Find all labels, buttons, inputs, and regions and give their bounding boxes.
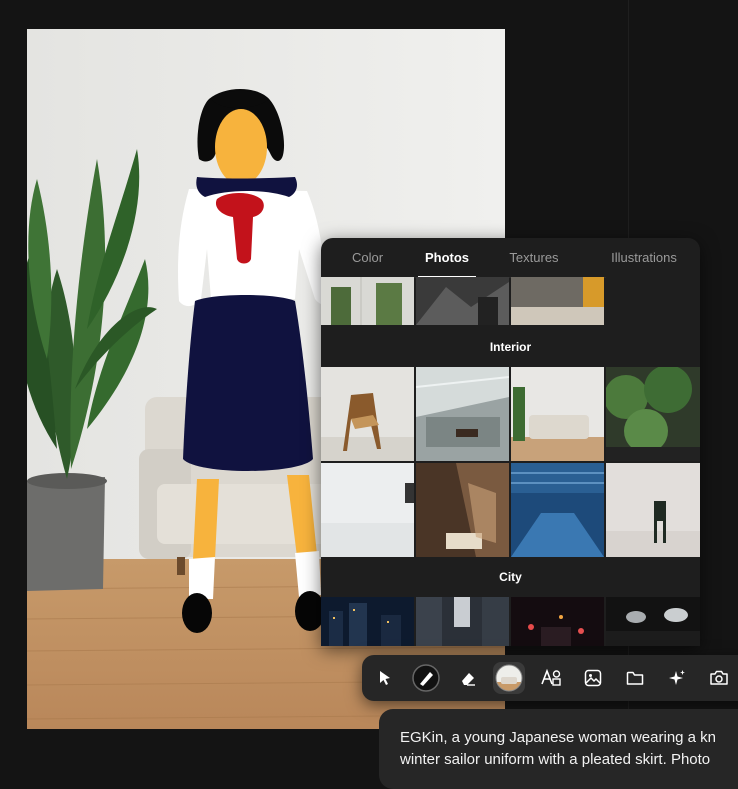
photo-thumbnail-empty [606, 277, 700, 325]
eraser-tool-button[interactable] [452, 662, 484, 694]
interior-photo-grid [321, 367, 700, 557]
interior-photo-hall[interactable] [511, 463, 604, 557]
tab-color[interactable]: Color [321, 238, 414, 277]
image-button[interactable] [577, 662, 609, 694]
city-photo-night[interactable] [321, 597, 414, 646]
interior-photo-chair-minimal[interactable] [606, 463, 700, 557]
bottom-toolbar [362, 655, 738, 701]
text-shapes-icon [541, 668, 561, 686]
photo-grid-previous [321, 277, 700, 325]
background-thumbnail-icon [495, 664, 523, 692]
section-title-city: City [499, 570, 522, 584]
city-photo-grid [321, 597, 700, 646]
folder-icon [626, 671, 644, 685]
camera-button[interactable] [703, 662, 735, 694]
sparkles-icon [669, 670, 685, 685]
pointer-icon [380, 671, 390, 685]
tab-photos[interactable]: Photos [414, 238, 480, 278]
folder-button[interactable] [619, 662, 651, 694]
photo-thumbnail[interactable] [416, 277, 509, 325]
photo-thumbnail[interactable] [511, 277, 604, 325]
city-photo-lights[interactable] [511, 597, 604, 646]
interior-photo-studio[interactable] [321, 463, 414, 557]
camera-plus-icon [710, 670, 728, 685]
tab-illustrations[interactable]: Illustrations [588, 238, 700, 277]
background-tool-button[interactable] [493, 662, 525, 694]
brush-icon [412, 664, 440, 692]
photo-thumbnail[interactable] [321, 277, 414, 325]
city-photo-street[interactable] [416, 597, 509, 646]
prompt-box[interactable]: EGKin, a young Japanese woman wearing a … [379, 709, 738, 789]
brush-tool-button[interactable] [410, 662, 442, 694]
image-icon [584, 669, 602, 687]
prompt-text[interactable]: EGKin, a young Japanese woman wearing a … [400, 727, 738, 771]
prompt-line: winter sailor uniform with a pleated ski… [400, 751, 711, 768]
category-tabs: Color Photos Textures Illustrations [321, 238, 700, 278]
section-title-interior: Interior [489, 340, 532, 354]
interior-photo-plants[interactable] [606, 367, 700, 461]
interior-photo-warehouse[interactable] [416, 367, 509, 461]
ai-enhance-button[interactable] [661, 662, 693, 694]
pointer-tool-button[interactable] [369, 662, 401, 694]
tab-textures[interactable]: Textures [480, 238, 588, 277]
city-photo-tunnel[interactable] [606, 597, 700, 646]
interior-photo-room[interactable] [416, 463, 509, 557]
interior-photo-sofa[interactable] [511, 367, 604, 461]
eraser-icon [462, 673, 475, 686]
interior-photo-chair[interactable] [321, 367, 414, 461]
text-shapes-button[interactable] [535, 662, 567, 694]
background-picker-panel: Color Photos Textures Illustrations Inte… [321, 238, 700, 646]
prompt-line: EGKin, a young Japanese woman wearing a … [400, 729, 717, 746]
